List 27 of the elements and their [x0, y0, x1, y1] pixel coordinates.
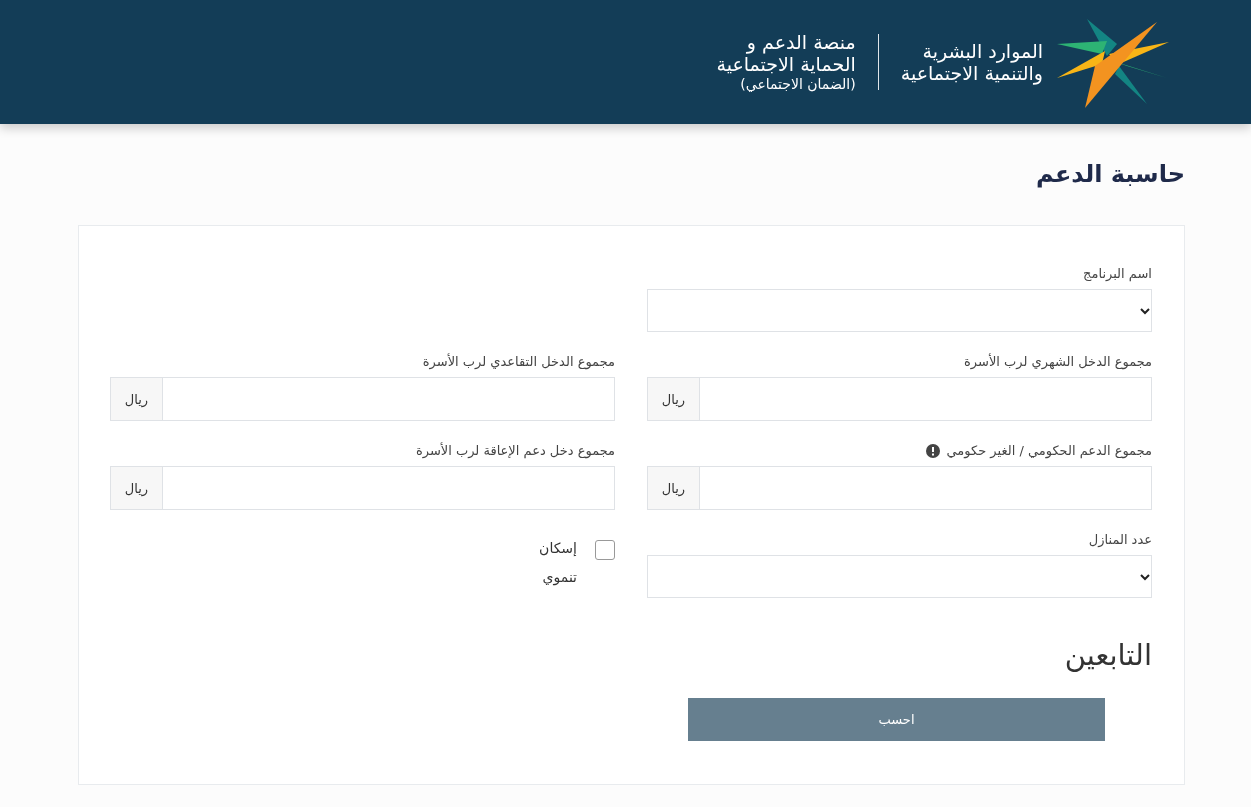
- ministry-name: الموارد البشرية: [921, 40, 1043, 62]
- input-field[interactable]: [699, 377, 1152, 421]
- input-field[interactable]: [162, 466, 615, 510]
- input-field[interactable]: [699, 466, 1152, 510]
- input-field[interactable]: [162, 377, 615, 421]
- currency-unit: ريال: [647, 377, 699, 421]
- field-label: مجموع دخل دعم الإعاقة لرب الأسرة: [415, 443, 615, 458]
- currency-unit: ريال: [110, 466, 162, 510]
- platform-name: الحماية الاجتماعية: [716, 53, 856, 75]
- section-heading: التابعين: [1063, 638, 1152, 672]
- field-label: مجموع الدخل التقاعدي لرب الأسرة: [422, 354, 615, 369]
- field-label: مجموع الدعم الحكومي / الغير حكومي: [946, 443, 1152, 458]
- platform-subtitle: (الضمان الاجتماعي): [739, 75, 856, 93]
- logo-icon: [1057, 16, 1169, 108]
- ministry-name: والتنمية الاجتماعية: [900, 62, 1043, 84]
- select-field[interactable]: [647, 555, 1152, 598]
- field-label: مجموع الدخل الشهري لرب الأسرة: [964, 354, 1152, 369]
- calculate-button[interactable]: احسب: [688, 698, 1105, 741]
- platform-name: منصة الدعم و: [745, 31, 856, 53]
- checkbox-label: إسكان تنموي: [538, 539, 577, 588]
- page-title: حاسبة الدعم: [1035, 160, 1185, 190]
- field-label: عدد المنازل: [1088, 532, 1152, 547]
- currency-unit: ريال: [110, 377, 162, 421]
- checkbox[interactable]: [595, 540, 615, 560]
- field-label: اسم البرنامج: [1083, 266, 1152, 281]
- select-field[interactable]: [647, 289, 1152, 332]
- currency-unit: ريال: [647, 466, 699, 510]
